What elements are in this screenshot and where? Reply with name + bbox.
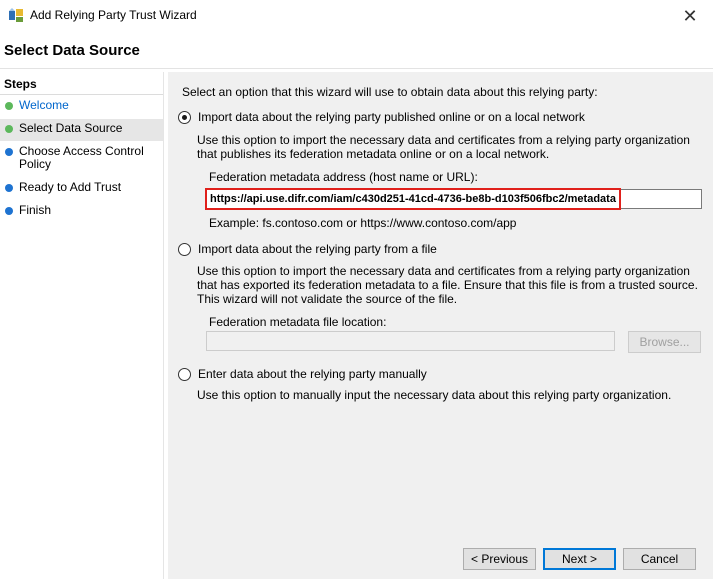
content-panel: Select an option that this wizard will u… (168, 72, 713, 579)
option-import-file-description: Use this option to import the necessary … (197, 264, 698, 306)
step-label: Choose Access Control Policy (19, 144, 144, 171)
step-pending-icon (5, 207, 13, 215)
step-welcome[interactable]: Welcome (0, 96, 163, 118)
option-import-file[interactable]: Import data about the relying party from… (178, 242, 698, 260)
radio-import-file[interactable] (178, 243, 191, 256)
url-highlight-box (205, 188, 621, 210)
option-import-online-description: Use this option to import the necessary … (197, 133, 690, 161)
window-title: Add Relying Party Trust Wizard (30, 8, 197, 22)
steps-panel: Steps Welcome Select Data Source Choose … (0, 72, 164, 579)
file-location-label: Federation metadata file location: (209, 315, 387, 329)
radio-import-online[interactable] (178, 111, 191, 124)
next-button[interactable]: Next > (543, 548, 616, 570)
step-finish: Finish (0, 201, 163, 223)
step-label: Finish (19, 203, 52, 217)
cancel-button[interactable]: Cancel (623, 548, 696, 570)
page-title: Select Data Source (4, 42, 140, 59)
steps-heading: Steps (4, 77, 37, 91)
step-choose-access-control-policy: Choose Access Control Policy (0, 142, 163, 172)
option-import-file-label[interactable]: Import data about the relying party from… (198, 242, 437, 256)
option-import-online-label[interactable]: Import data about the relying party publ… (198, 110, 585, 124)
option-manual-description: Use this option to manually input the ne… (197, 388, 672, 402)
title-bar: Add Relying Party Trust Wizard ✕ (0, 0, 713, 32)
option-manual-label[interactable]: Enter data about the relying party manua… (198, 367, 427, 381)
step-label: Select Data Source (19, 121, 123, 135)
close-button[interactable]: ✕ (667, 0, 713, 32)
header-divider (0, 68, 713, 69)
file-location-input[interactable] (206, 331, 615, 351)
step-label: Welcome (19, 98, 69, 112)
step-complete-icon (5, 102, 13, 110)
step-pending-icon (5, 184, 13, 192)
radio-manual[interactable] (178, 368, 191, 381)
previous-button[interactable]: < Previous (463, 548, 536, 570)
metadata-address-label: Federation metadata address (host name o… (209, 170, 478, 184)
option-import-online[interactable]: Import data about the relying party publ… (178, 110, 698, 128)
browse-button[interactable]: Browse... (628, 331, 701, 353)
step-ready-to-add-trust: Ready to Add Trust (0, 178, 163, 200)
close-icon: ✕ (682, 5, 698, 26)
metadata-address-example: Example: fs.contoso.com or https://www.c… (209, 216, 517, 230)
steps-divider (0, 94, 163, 95)
step-pending-icon (5, 148, 13, 156)
intro-text: Select an option that this wizard will u… (182, 85, 598, 99)
option-manual[interactable]: Enter data about the relying party manua… (178, 367, 698, 385)
step-select-data-source[interactable]: Select Data Source (0, 119, 163, 141)
step-current-icon (5, 125, 13, 133)
adfs-app-icon (8, 7, 24, 23)
step-label: Ready to Add Trust (19, 180, 122, 194)
